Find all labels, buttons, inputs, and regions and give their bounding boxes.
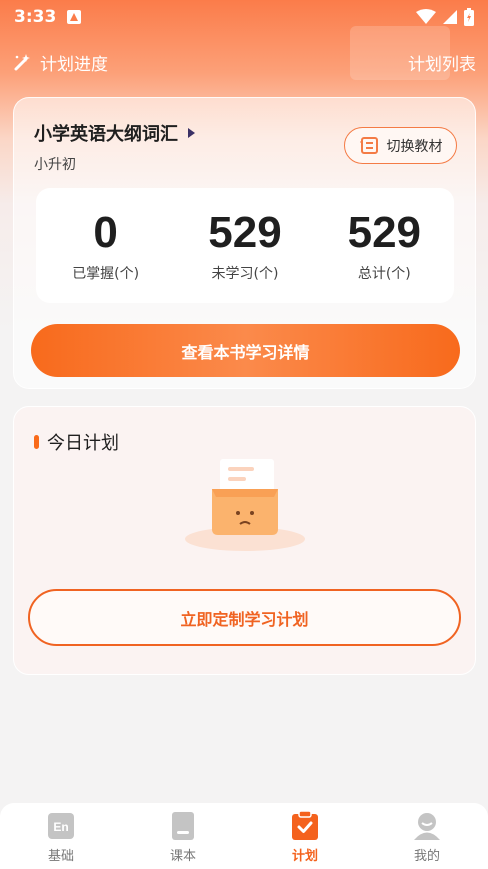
book-title: 小学英语大纲词汇 xyxy=(34,124,178,145)
switch-textbook-button[interactable]: 切换教材 xyxy=(344,127,457,164)
stats-panel: 0 已掌握(个) 529 未学习(个) 529 总计(个) xyxy=(36,188,454,303)
nav-item-textbook[interactable]: 课本 xyxy=(122,803,244,869)
book-subtitle: 小升初 xyxy=(34,157,76,173)
status-time: 3:33 xyxy=(14,7,57,27)
nav-label: 计划 xyxy=(291,849,318,864)
stat-label: 总计(个) xyxy=(357,265,411,282)
magic-wand-icon xyxy=(14,54,30,71)
stat-label: 已掌握(个) xyxy=(72,265,140,282)
plan-title: 今日计划 xyxy=(47,433,119,454)
stat-unlearned: 529 未学习(个) xyxy=(180,207,310,283)
stat-value: 529 xyxy=(347,207,422,257)
bottom-navigation: En 基础 课本 计划 我的 xyxy=(0,803,488,869)
plan-header: 今日计划 xyxy=(34,429,119,455)
page-title: 计划进度 xyxy=(40,54,108,75)
page-header: 计划进度 计划列表 xyxy=(0,44,488,80)
view-book-details-button[interactable]: 查看本书学习详情 xyxy=(31,324,460,377)
profile-icon xyxy=(414,813,440,840)
triangle-right-icon xyxy=(188,128,195,138)
status-icons xyxy=(416,8,474,26)
battery-icon xyxy=(464,8,474,26)
book-card: 小学英语大纲词汇 小升初 切换教材 0 已掌握(个) 529 未学习(个) 52… xyxy=(13,97,476,389)
stat-label: 未学习(个) xyxy=(211,265,279,282)
stat-value: 0 xyxy=(93,207,118,257)
nav-label: 我的 xyxy=(413,849,440,864)
svg-text:En: En xyxy=(53,820,68,834)
section-marker xyxy=(34,435,39,449)
signal-icon xyxy=(443,10,457,24)
book-title-row[interactable]: 小学英语大纲词汇 xyxy=(34,120,196,146)
nav-label: 基础 xyxy=(47,849,74,864)
app-notification-icon xyxy=(67,10,82,24)
empty-box-illustration xyxy=(185,459,305,551)
wifi-icon xyxy=(416,9,436,24)
plan-list-link[interactable]: 计划列表 xyxy=(408,50,476,75)
textbook-icon xyxy=(172,812,194,840)
today-plan-card: 今日计划 立即定制学习计划 xyxy=(13,406,476,675)
nav-item-plan[interactable]: 计划 xyxy=(244,803,366,869)
switch-book-icon xyxy=(359,136,378,154)
plan-clipboard-icon xyxy=(292,811,318,840)
switch-textbook-label: 切换教材 xyxy=(386,138,443,155)
nav-item-basics[interactable]: En 基础 xyxy=(0,803,122,869)
stat-value: 529 xyxy=(208,207,282,257)
stat-total: 529 总计(个) xyxy=(319,207,449,283)
en-book-icon: En xyxy=(48,813,74,839)
plan-progress-title: 计划进度 xyxy=(12,50,108,75)
stat-mastered: 0 已掌握(个) xyxy=(41,207,171,283)
nav-item-profile[interactable]: 我的 xyxy=(366,803,488,869)
create-plan-button[interactable]: 立即定制学习计划 xyxy=(28,589,461,646)
nav-label: 课本 xyxy=(169,849,196,864)
status-bar: 3:33 xyxy=(0,0,488,34)
